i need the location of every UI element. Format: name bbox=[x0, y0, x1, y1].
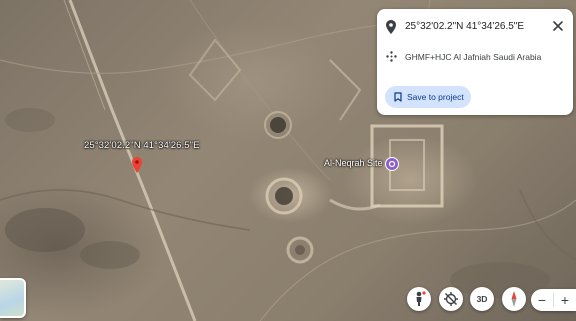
zoom-controls: − + bbox=[531, 289, 576, 311]
zoom-out-button[interactable]: − bbox=[531, 289, 553, 311]
location-info-panel: 25°32'02.2"N 41°34'26.5"E GHMF+HJC Al Ja… bbox=[377, 9, 573, 115]
plus-code-icon bbox=[386, 51, 397, 62]
site-marker-icon[interactable] bbox=[385, 157, 399, 171]
plus-code-text: GHMF+HJC Al Jafniah Saudi Arabia bbox=[405, 52, 542, 62]
location-off-icon bbox=[444, 292, 458, 306]
no-location-button[interactable] bbox=[439, 287, 463, 311]
plus-code-row[interactable]: GHMF+HJC Al Jafniah Saudi Arabia bbox=[377, 47, 573, 67]
coordinates-row[interactable]: 25°32'02.2"N 41°34'26.5"E bbox=[377, 9, 573, 43]
coordinates-text: 25°32'02.2"N 41°34'26.5"E bbox=[405, 21, 525, 32]
street-view-button[interactable] bbox=[407, 287, 431, 311]
pegman-icon bbox=[416, 291, 426, 306]
layers-thumbnail[interactable] bbox=[0, 278, 26, 318]
compass-button[interactable] bbox=[502, 287, 526, 311]
location-pin-marker[interactable] bbox=[132, 157, 142, 178]
save-to-project-label: Save to project bbox=[407, 92, 464, 102]
close-icon bbox=[553, 21, 563, 31]
site-label[interactable]: Al-Neqrah Site bbox=[324, 158, 383, 168]
bookmark-icon bbox=[394, 92, 402, 102]
zoom-in-button[interactable]: + bbox=[554, 289, 576, 311]
red-pin-icon bbox=[132, 157, 142, 173]
compass-icon bbox=[511, 291, 517, 307]
3d-toggle-button[interactable]: 3D bbox=[470, 287, 494, 311]
save-to-project-button[interactable]: Save to project bbox=[385, 86, 471, 108]
close-button[interactable] bbox=[549, 17, 567, 35]
location-pin-icon bbox=[386, 20, 396, 34]
pin-coordinates-label: 25°32'02.2"N 41°34'26.5"E bbox=[84, 140, 200, 151]
